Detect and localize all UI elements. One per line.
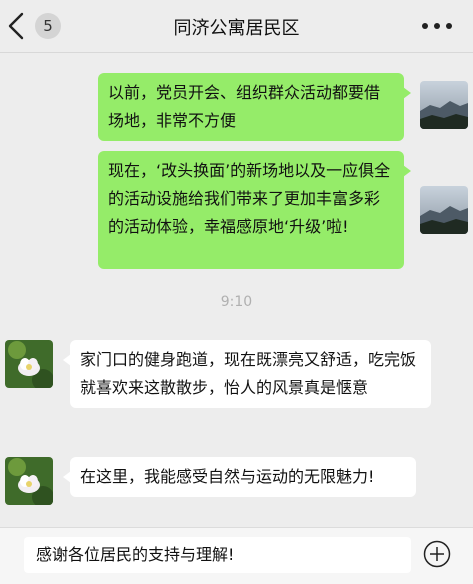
- more-dots-icon[interactable]: [420, 20, 454, 32]
- message-text: 以前，党员开会、组织群众活动都要借场地，非常不方便: [108, 83, 381, 130]
- plus-circle-icon[interactable]: [423, 540, 451, 568]
- user-avatar[interactable]: [420, 186, 468, 234]
- message-bubble-sent[interactable]: 以前，党员开会、组织群众活动都要借场地，非常不方便: [98, 73, 411, 141]
- chat-header: 5 同济公寓居民区: [0, 0, 473, 53]
- chat-title: 同济公寓居民区: [173, 18, 300, 39]
- message-text: 在这里，我能感受自然与运动的无限魅力!: [80, 467, 375, 486]
- message-bubble-received[interactable]: 在这里，我能感受自然与运动的无限魅力!: [63, 457, 416, 497]
- message-text: 家门口的健身跑道，现在既漂亮又舒适，吃完饭就喜欢来这散散步，怡人的风景真是惬意: [80, 350, 417, 397]
- input-bar: 感谢各位居民的支持与理解!: [0, 527, 473, 584]
- user-avatar[interactable]: [420, 81, 468, 129]
- contact-avatar[interactable]: [5, 340, 53, 388]
- contact-avatar[interactable]: [5, 457, 53, 505]
- message-bubble-received[interactable]: 家门口的健身跑道，现在既漂亮又舒适，吃完饭就喜欢来这散散步，怡人的风景真是惬意: [63, 340, 431, 408]
- message-input[interactable]: 感谢各位居民的支持与理解!: [24, 537, 411, 573]
- message-bubble-sent[interactable]: 现在，‘改头换面’的新场地以及一应俱全的活动设施给我们带来了更加丰富多彩的活动体…: [98, 151, 411, 269]
- message-text: 现在，‘改头换面’的新场地以及一应俱全的活动设施给我们带来了更加丰富多彩的活动体…: [108, 161, 391, 236]
- timestamp: 9:10: [220, 294, 253, 310]
